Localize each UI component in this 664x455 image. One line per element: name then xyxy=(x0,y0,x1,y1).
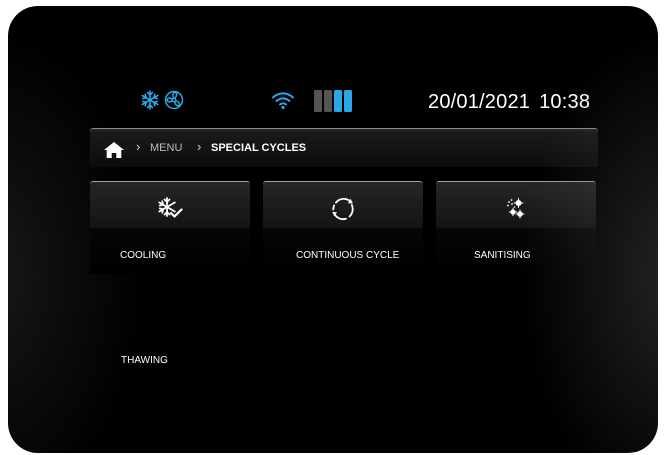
time-text: 10:38 xyxy=(539,91,591,113)
chevron-right-icon: › xyxy=(197,139,202,154)
breadcrumb-item-menu[interactable]: MENU xyxy=(150,142,182,154)
tile-thawing[interactable]: THAWING xyxy=(90,287,250,379)
tile-label: THAWING xyxy=(121,355,168,366)
tile-label: SANITISING xyxy=(474,250,531,261)
breadcrumb: › MENU › SPECIAL CYCLES xyxy=(90,128,598,167)
device-frame: 20/01/2021 10:38 › MENU › SPECIAL CYCLES xyxy=(8,6,658,453)
breadcrumb-item-current: SPECIAL CYCLES xyxy=(211,142,307,154)
status-bar: 20/01/2021 10:38 xyxy=(90,82,598,122)
tile-sanitising[interactable]: SANITISING xyxy=(436,181,596,274)
tile-label: COOLING xyxy=(120,250,167,261)
wifi-icon xyxy=(271,91,295,114)
datetime: 20/01/2021 10:38 xyxy=(428,91,599,114)
home-icon[interactable] xyxy=(104,142,124,163)
cycle-arrows-icon xyxy=(263,196,423,227)
signal-bars-icon xyxy=(314,90,360,117)
screen: 20/01/2021 10:38 › MENU › SPECIAL CYCLES xyxy=(90,82,598,412)
date-text: 20/01/2021 xyxy=(428,91,531,113)
chevron-right-icon: › xyxy=(136,139,141,154)
snowflake-check-icon xyxy=(90,196,250,225)
tile-cooling[interactable]: COOLING xyxy=(90,181,250,274)
sanitising-icon xyxy=(436,196,596,225)
tile-continuous-cycle[interactable]: CONTINUOUS CYCLE xyxy=(263,181,423,274)
tile-label: CONTINUOUS CYCLE xyxy=(296,250,400,261)
fan-icon xyxy=(163,90,185,115)
snowflake-icon xyxy=(140,90,160,115)
